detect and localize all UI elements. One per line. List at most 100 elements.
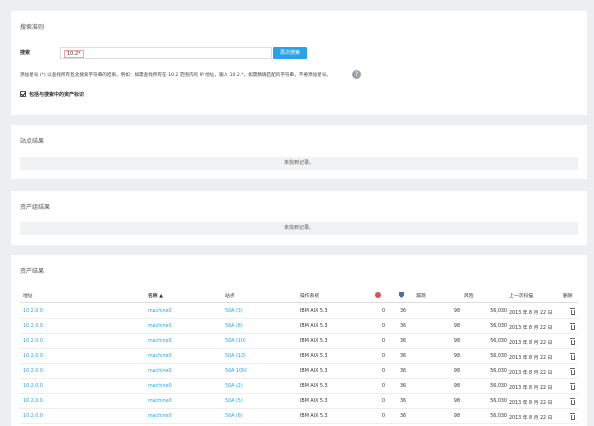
col-name[interactable]: 名称 ▲ — [148, 292, 163, 299]
exploit-count: 36 — [400, 369, 407, 374]
last-scan-cell: 2013 年 8 月 22 日 — [509, 326, 553, 331]
risk-score: 56,030 — [490, 369, 507, 374]
search-criteria-title: 搜索准则 — [20, 24, 45, 31]
delete-icon[interactable] — [570, 323, 575, 330]
name-link[interactable]: machine0 — [148, 324, 172, 329]
exploit-count: 36 — [400, 384, 407, 389]
delete-icon[interactable] — [570, 338, 575, 345]
name-link[interactable]: machine0 — [148, 354, 172, 359]
address-link[interactable]: 10.2.0.0 — [23, 399, 43, 404]
site-link[interactable]: 50A (10) — [225, 339, 246, 344]
delete-icon[interactable] — [570, 353, 575, 360]
search-input-value: 10.2* — [64, 50, 84, 58]
last-scan-cell: 2013 年 8 月 22 日 — [509, 341, 553, 346]
address-link[interactable]: 10.2.0.0 — [23, 354, 43, 359]
exploit-count: 36 — [400, 414, 407, 419]
col-delete: 删除 — [563, 294, 573, 299]
malware-icon[interactable] — [375, 292, 381, 298]
col-address[interactable]: 地址 — [23, 292, 33, 299]
last-scan-cell: 2013 年 8 月 22 日 — [509, 416, 553, 421]
risk-score: 56,030 — [490, 354, 507, 359]
exploit-count: 36 — [400, 399, 407, 404]
os-cell: IBM AIX 5.3 — [300, 339, 328, 344]
vuln-count: 98 — [453, 414, 460, 419]
exploit-count: 36 — [400, 354, 407, 359]
delete-icon[interactable] — [570, 383, 575, 390]
site-link[interactable]: 50A (8) — [225, 324, 243, 329]
exploit-icon[interactable] — [399, 292, 404, 298]
vuln-count: 98 — [453, 369, 460, 374]
os-cell: IBM AIX 5.3 — [300, 369, 328, 374]
table-row: 10.2.0.0 machine0 50A (2) IBM AIX 5.3 0 36 98 5… — [20, 379, 578, 394]
name-link[interactable]: machine0 — [148, 384, 172, 389]
site-link[interactable]: 50A (13) — [225, 354, 246, 359]
col-last-scan[interactable]: 上一次扫描 — [509, 292, 533, 299]
table-header: 地址 名称 ▲ 站点 操作系统 漏洞 风险 上一次扫描 删除 — [20, 290, 578, 302]
malware-count: 0 — [381, 399, 385, 404]
exploit-count: 36 — [400, 339, 407, 344]
address-link[interactable]: 10.2.0.0 — [23, 369, 43, 374]
address-link[interactable]: 10.2.0.0 — [23, 414, 43, 419]
table-row: 10.2.0.0 machine0 50A (6) IBM AIX 5.3 0 36 98 5… — [20, 409, 578, 424]
os-cell: IBM AIX 5.3 — [300, 384, 328, 389]
exploit-count: 36 — [400, 324, 407, 329]
col-vulns[interactable]: 漏洞 — [416, 292, 426, 299]
table-row: 10.2.0.0 machine0 50A (8) IBM AIX 5.3 0 36 98 5… — [20, 319, 578, 334]
malware-count: 0 — [381, 384, 385, 389]
address-link[interactable]: 10.2.0.0 — [23, 339, 43, 344]
search-hint-text: 添加星号 (*) 以查找所有包含搜索字符串的结果。例如：如需查找所有在 10.2… — [20, 73, 331, 78]
delete-icon[interactable] — [570, 368, 575, 375]
risk-score: 56,030 — [490, 399, 507, 404]
name-link[interactable]: machine0 — [148, 414, 172, 419]
vuln-count: 98 — [453, 354, 460, 359]
last-scan-cell: 2013 年 8 月 22 日 — [509, 401, 553, 406]
site-results-title: 站点结果 — [20, 138, 45, 145]
table-row: 10.2.0.0 machine0 50A (13) IBM AIX 5.3 0 36 98… — [20, 349, 578, 364]
asset-group-results-title: 资产组结果 — [20, 204, 51, 211]
address-link[interactable]: 10.2.0.0 — [23, 309, 43, 314]
vuln-count: 98 — [453, 399, 460, 404]
address-link[interactable]: 10.2.0.0 — [23, 384, 43, 389]
os-cell: IBM AIX 5.3 — [300, 399, 328, 404]
risk-score: 56,030 — [490, 309, 507, 314]
include-asset-tags-label: 包括与搜索中的资产标识 — [29, 92, 85, 98]
name-link[interactable]: machine0 — [148, 369, 172, 374]
search-again-button[interactable]: 再次搜索 — [273, 47, 307, 59]
table-row: 10.2.0.0 machine0 50A 10IV IBM AIX 5.3 0 36 98… — [20, 364, 578, 379]
header-divider — [20, 302, 578, 303]
search-input[interactable]: 10.2* — [60, 47, 272, 59]
table-row: 10.2.0.0 machine0 50A (3) IBM AIX 5.3 0 36 98 5… — [20, 304, 578, 319]
site-link[interactable]: 50A (3) — [225, 309, 243, 314]
delete-icon[interactable] — [570, 413, 575, 420]
site-link[interactable]: 50A (5) — [225, 399, 243, 404]
asset-results-panel: 资产结果 地址 名称 ▲ 站点 操作系统 漏洞 风险 上一次扫描 删除 10.2… — [11, 255, 587, 426]
exploit-count: 36 — [400, 309, 407, 314]
col-os[interactable]: 操作系统 — [300, 292, 319, 299]
name-link[interactable]: machine0 — [148, 309, 172, 314]
col-site[interactable]: 站点 — [225, 292, 235, 299]
risk-score: 56,030 — [490, 339, 507, 344]
name-link[interactable]: machine0 — [148, 399, 172, 404]
last-scan-cell: 2013 年 8 月 22 日 — [509, 386, 553, 391]
risk-score: 56,030 — [490, 384, 507, 389]
site-link[interactable]: 50A 10IV — [225, 369, 247, 374]
address-link[interactable]: 10.2.0.0 — [23, 324, 43, 329]
asset-group-results-panel: 资产组结果 未找到记录。 — [11, 191, 587, 245]
last-scan-cell: 2013 年 8 月 22 日 — [509, 356, 553, 361]
vuln-count: 98 — [453, 384, 460, 389]
search-label: 搜索 — [20, 50, 31, 56]
delete-icon[interactable] — [570, 308, 575, 315]
site-link[interactable]: 50A (6) — [225, 414, 243, 419]
vuln-count: 98 — [453, 324, 460, 329]
name-link[interactable]: machine0 — [148, 339, 172, 344]
table-row: 10.2.0.0 machine0 50A (5) IBM AIX 5.3 0 36 98 5… — [20, 394, 578, 409]
site-results-panel: 站点结果 未找到记录。 — [11, 125, 587, 179]
os-cell: IBM AIX 5.3 — [300, 309, 328, 314]
table-row: 10.2.0.0 machine0 50A (10) IBM AIX 5.3 0 36 98… — [20, 334, 578, 349]
delete-icon[interactable] — [570, 398, 575, 405]
col-risk[interactable]: 风险 — [464, 292, 474, 299]
include-asset-tags-checkbox[interactable] — [20, 91, 26, 97]
search-criteria-panel: 搜索准则 搜索 10.2* 再次搜索 添加星号 (*) 以查找所有包含搜索字符串… — [11, 11, 587, 115]
help-icon[interactable]: ? — [352, 70, 361, 79]
site-link[interactable]: 50A (2) — [225, 384, 243, 389]
